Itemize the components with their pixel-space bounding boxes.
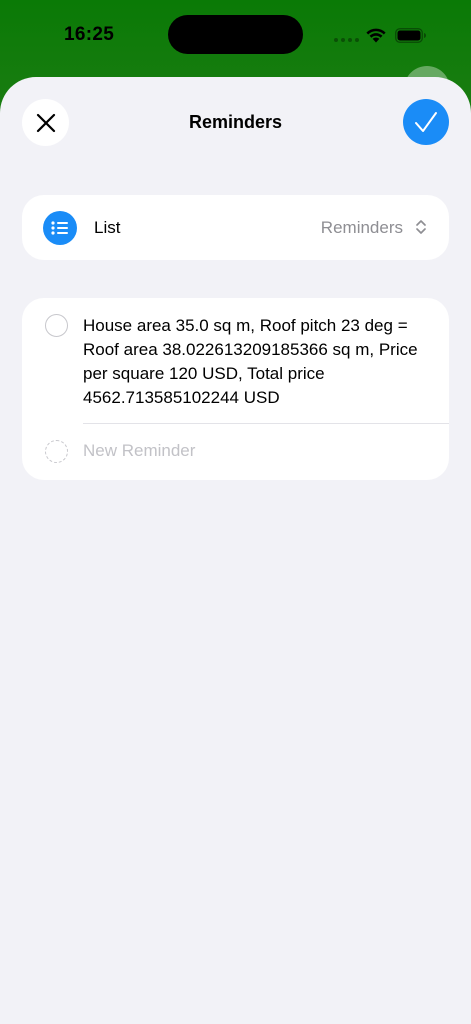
chevron-up-down-icon [416, 220, 426, 234]
done-button[interactable] [403, 99, 449, 145]
list-bullet-icon [43, 211, 77, 245]
new-reminder-circle-icon [45, 440, 68, 463]
status-time: 16:25 [64, 24, 115, 45]
new-reminder-input[interactable]: New Reminder [83, 441, 195, 461]
status-bar: 16:25 [0, 0, 471, 70]
list-selector-row[interactable]: List Reminders [22, 195, 449, 260]
reminders-list: House area 35.0 sq m, Roof pitch 23 deg … [22, 298, 449, 480]
battery-icon [395, 28, 426, 43]
sheet-title: Reminders [188, 112, 283, 132]
list-value[interactable]: Reminders [321, 218, 403, 238]
reminder-complete-toggle[interactable] [45, 314, 68, 337]
wifi-icon [366, 28, 386, 43]
dynamic-island [168, 15, 303, 54]
divider [83, 423, 449, 424]
cellular-signal-icon [334, 38, 359, 42]
reminder-text[interactable]: House area 35.0 sq m, Roof pitch 23 deg … [83, 314, 438, 410]
list-label: List [94, 218, 121, 237]
checkmark-icon [415, 112, 437, 132]
